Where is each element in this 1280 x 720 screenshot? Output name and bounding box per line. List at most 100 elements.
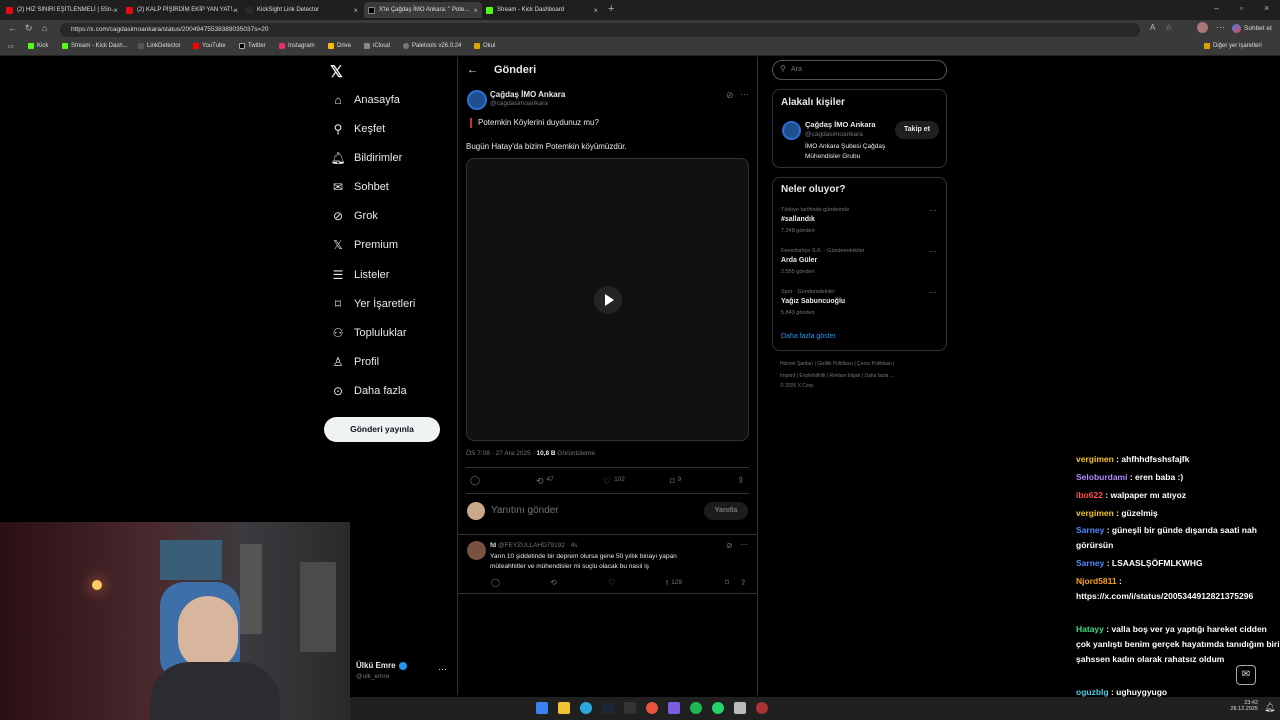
chat-username[interactable]: vergimen (1076, 454, 1114, 464)
close-icon[interactable]: × (593, 6, 598, 15)
new-tab-icon[interactable]: + (608, 3, 614, 15)
like-action[interactable]: ♡ 102 (603, 476, 625, 487)
windows-start-icon[interactable] (536, 702, 548, 714)
bookmark-instagram[interactable]: Instagram (279, 43, 315, 49)
search-input[interactable]: Ara (772, 60, 947, 80)
grok-icon[interactable]: ⊘ (726, 90, 734, 101)
close-icon[interactable]: × (113, 6, 118, 15)
reply-icon[interactable]: ◯ (491, 578, 500, 587)
views-action[interactable]: ⫾ 129 (666, 579, 682, 587)
bookmark-twitter[interactable]: Twitter (239, 43, 266, 49)
browser-tab[interactable]: Stream - Kick Dashboard × (486, 2, 602, 18)
profile-avatar-icon[interactable] (1197, 22, 1208, 33)
bookmark-drive[interactable]: Drive (328, 43, 351, 49)
x-logo-icon[interactable]: 𝕏 (330, 62, 343, 82)
copilot-chat-button[interactable]: Sohbet et (1232, 24, 1272, 33)
related-avatar[interactable] (782, 121, 801, 140)
chat-username[interactable]: Njord5811 (1076, 576, 1117, 586)
related-name[interactable]: Çağdaş İMO Ankara (805, 120, 876, 129)
grok-icon[interactable]: ⊘ (726, 541, 733, 550)
nav-item-search[interactable]: ⚲ Keşfet (330, 118, 386, 140)
account-switcher[interactable]: Ülkü Emre (356, 661, 407, 670)
reload-icon[interactable]: ↻ (25, 23, 33, 34)
video-player[interactable] (466, 158, 749, 441)
nav-item-mail[interactable]: ✉ Sohbet (330, 176, 389, 198)
brave-icon[interactable] (646, 702, 658, 714)
app-icon[interactable] (624, 702, 636, 714)
back-arrow-icon[interactable]: ← (467, 64, 478, 76)
edge-icon[interactable] (580, 702, 592, 714)
favorite-star-icon[interactable]: ☆ (1165, 23, 1172, 32)
read-aloud-icon[interactable]: A (1150, 23, 1155, 32)
reply-author-avatar[interactable] (467, 541, 486, 560)
discord-icon[interactable] (668, 702, 680, 714)
close-icon[interactable]: × (233, 6, 238, 15)
nav-item-list[interactable]: ☰ Listeler (330, 264, 390, 286)
browser-tab[interactable]: KickSight Link Detector × (246, 2, 362, 18)
chat-username[interactable]: ibo622 (1076, 490, 1103, 500)
nav-item-bookmark[interactable]: ⌑ Yer İşaretleri (330, 293, 415, 315)
post-button[interactable]: Gönderi yayınla (324, 417, 440, 442)
other-bookmarks[interactable]: Diğer yer işaretleri (1204, 43, 1262, 49)
back-icon[interactable]: ← (8, 23, 17, 33)
author-avatar[interactable] (467, 90, 487, 110)
share-icon[interactable]: ⇪ (737, 475, 745, 486)
chat-username[interactable]: Seloburdami (1076, 472, 1127, 482)
reply-button[interactable]: Yanıtla (704, 502, 748, 520)
close-icon[interactable]: × (473, 6, 478, 15)
obs-icon[interactable] (756, 702, 768, 714)
nav-item-bell[interactable]: 🔔︎ Bildirimler (330, 147, 402, 169)
trend-name[interactable]: Arda Güler (781, 257, 817, 264)
related-handle[interactable]: @cagdasimoankara (805, 131, 863, 138)
url-input[interactable]: https://x.com/cagdasimoankara/status/200… (60, 23, 1140, 37)
repost-action[interactable]: ⟲ 47 (536, 476, 554, 487)
more-icon[interactable]: ⋯ (929, 206, 937, 215)
more-icon[interactable]: ⋯ (740, 89, 749, 100)
spotify-icon[interactable] (690, 702, 702, 714)
bookmark-youtube[interactable]: YouTube (193, 43, 226, 49)
app-icon[interactable] (734, 702, 746, 714)
window-close-icon[interactable]: × (1264, 3, 1269, 13)
trend-name[interactable]: Yağız Sabuncuoğlu (781, 298, 845, 305)
show-more-link[interactable]: Daha fazla göster (781, 333, 836, 340)
browser-tab-active[interactable]: X'te Çağdaş İMO Ankara: " Pote... × (364, 2, 482, 18)
nav-item-x-logo[interactable]: 𝕏 Premium (330, 234, 398, 256)
more-icon[interactable]: ⋯ (740, 540, 748, 549)
footer-links-1[interactable]: Hizmet Şartları | Gizlilik Politikası | … (780, 361, 894, 367)
clock[interactable]: 23:42 28.12.2025 (1220, 700, 1258, 712)
file-explorer-icon[interactable] (558, 702, 570, 714)
chat-inbox-icon[interactable]: ✉ (1236, 665, 1256, 685)
home-button-icon[interactable]: ⌂ (42, 23, 47, 33)
reply-input[interactable]: Yanıtını gönder (491, 505, 559, 516)
footer-links-2[interactable]: Imprint | Erişilebilirlik | Reklam bilgi… (780, 373, 894, 379)
more-icon[interactable]: ⋯ (929, 288, 937, 297)
nav-item-home[interactable]: ⌂ Anasayfa (330, 89, 400, 111)
chat-username[interactable]: Sarney (1076, 558, 1104, 568)
author-name[interactable]: Çağdaş İMO Ankara (490, 90, 565, 99)
repost-icon[interactable]: ⟲ (550, 578, 557, 587)
notification-icon[interactable]: 🔔︎ (1264, 702, 1275, 713)
maximize-icon[interactable]: ▫ (1240, 3, 1243, 13)
bookmark-action[interactable]: ⌑ 9 (670, 476, 681, 487)
chat-username[interactable]: Sarney (1076, 525, 1104, 535)
chat-username[interactable]: vergimen (1076, 508, 1114, 518)
bookmarks-sidebar-icon[interactable]: ▭ (8, 43, 14, 50)
nav-item-more-circle[interactable]: ⊙ Daha fazla (330, 380, 407, 402)
play-button[interactable] (594, 286, 622, 314)
bookmark-icon[interactable]: ⌑ (725, 578, 729, 587)
share-icon[interactable]: ⇪ (740, 578, 747, 587)
bookmark-paletools[interactable]: Paletools v26.0.24 (403, 43, 461, 49)
bookmark-kick[interactable]: Kick (28, 43, 48, 49)
chat-username[interactable]: oguzblg (1076, 687, 1109, 697)
reply-icon[interactable]: ◯ (470, 475, 480, 486)
nav-item-grok[interactable]: ⊘ Grok (330, 205, 378, 227)
whatsapp-icon[interactable] (712, 702, 724, 714)
more-icon[interactable]: ⋯ (438, 664, 447, 675)
heart-icon[interactable]: ♡ (608, 578, 615, 587)
bookmark-okul[interactable]: Okul (474, 43, 495, 49)
follow-button[interactable]: Takip et (895, 121, 939, 139)
trend-name[interactable]: #sallandık (781, 216, 815, 223)
bookmark-linkdetector[interactable]: LinkDetector (138, 43, 181, 49)
more-icon[interactable]: ⋯ (929, 247, 937, 256)
bookmark-icloud[interactable]: iCloud (364, 43, 390, 49)
